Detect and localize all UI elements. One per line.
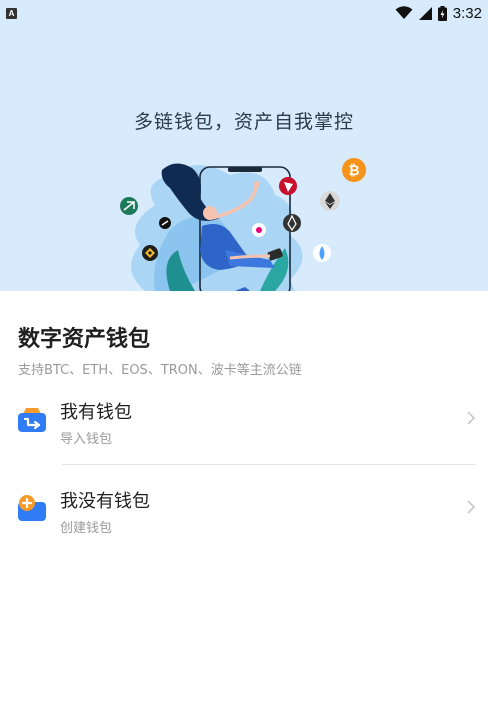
chevron-right-icon — [467, 500, 476, 514]
page-title: 数字资产钱包 — [18, 327, 151, 352]
import-wallet-icon — [18, 408, 46, 432]
notification-badge-icon: A — [6, 7, 17, 19]
battery-charging-icon — [437, 5, 447, 21]
hero-banner: A 3:32 多链钱包，资产自我掌控 ₿ — [0, 0, 488, 291]
polkadot-icon — [252, 223, 266, 237]
bitcoin-icon: ₿ — [342, 158, 366, 182]
import-wallet-title: 我有钱包 — [60, 402, 132, 423]
create-wallet-option[interactable]: 我没有钱包 创建钱包 — [0, 475, 488, 545]
wifi-icon — [395, 6, 413, 19]
hero-slogan: 多链钱包，资产自我掌控 — [133, 111, 354, 133]
cell-signal-icon — [418, 6, 432, 20]
create-wallet-icon — [18, 495, 46, 521]
create-wallet-title: 我没有钱包 — [60, 491, 150, 512]
wallet-setup-panel: 数字资产钱包 支持BTC、ETH、EOS、TRON、波卡等主流公链 我有钱包 导… — [0, 291, 488, 709]
ethereum-icon — [320, 191, 340, 211]
svg-text:₿: ₿ — [348, 163, 359, 179]
tron-icon — [279, 177, 297, 195]
status-time: 3:32 — [452, 4, 482, 22]
create-wallet-subtitle: 创建钱包 — [60, 521, 113, 536]
small-coin-icon — [159, 217, 171, 229]
sui-icon — [313, 244, 331, 262]
import-wallet-option[interactable]: 我有钱包 导入钱包 — [0, 386, 488, 456]
import-wallet-subtitle: 导入钱包 — [60, 432, 113, 447]
staking-icon — [120, 197, 138, 215]
chevron-right-icon — [467, 411, 476, 425]
page-subtitle: 支持BTC、ETH、EOS、TRON、波卡等主流公链 — [18, 363, 302, 378]
binance-icon — [142, 245, 158, 261]
wallet-illustration: ₿ — [120, 158, 366, 291]
option-divider — [62, 464, 476, 465]
status-bar: A 3:32 — [0, 0, 488, 26]
eos-icon — [283, 214, 301, 232]
